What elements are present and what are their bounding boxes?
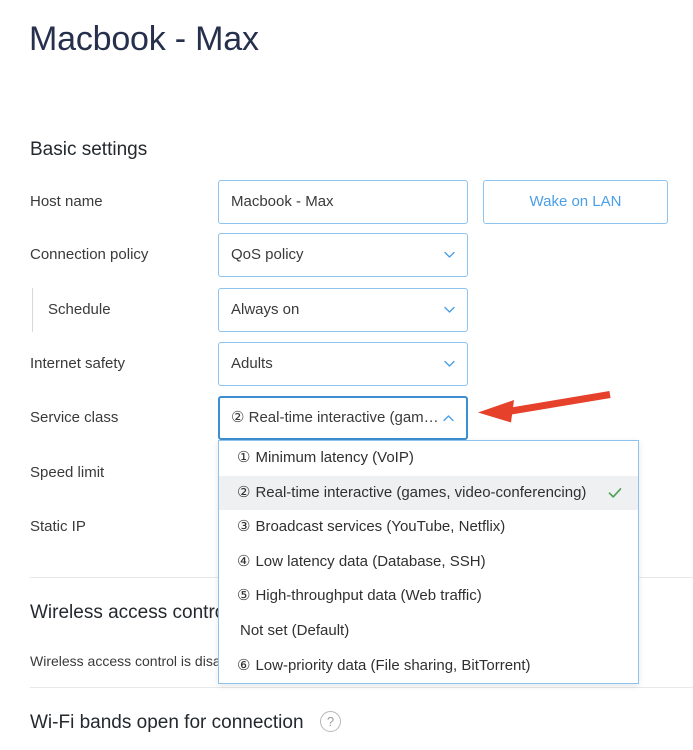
service-class-dropdown-menu[interactable]: ① Minimum latency (VoIP) ② Real-time intera… (218, 440, 639, 685)
internet-safety-value: Adults (231, 355, 273, 372)
chevron-down-icon (444, 360, 455, 368)
dropdown-option[interactable]: ① Minimum latency (VoIP) (219, 441, 638, 476)
label-static-ip: Static IP (30, 518, 86, 535)
form-row-service-class: Service class ② Real-time interactive (g… (0, 396, 693, 440)
form-row-internet-safety: Internet safety Adults (0, 342, 693, 386)
dropdown-option-label: Low latency data (Database, SSH) (255, 552, 486, 570)
wireless-access-control-description: Wireless access control is disabled (30, 653, 248, 669)
dropdown-option-label: Broadcast services (YouTube, Netflix) (255, 518, 506, 536)
internet-safety-select[interactable]: Adults (218, 342, 468, 386)
service-class-value-number: ② (231, 409, 245, 426)
form-row-host-name: Host name Macbook - Max Wake on LAN (0, 180, 693, 224)
connection-policy-select[interactable]: QoS policy (218, 233, 468, 277)
dropdown-option-label: Minimum latency (VoIP) (255, 449, 414, 466)
schedule-select[interactable]: Always on (218, 288, 468, 332)
label-speed-limit: Speed limit (30, 464, 105, 481)
connection-policy-value: QoS policy (231, 246, 304, 263)
check-icon (608, 487, 622, 499)
dropdown-option-number: ⑥ (237, 656, 251, 674)
wake-on-lan-button[interactable]: Wake on LAN (483, 180, 668, 224)
chevron-down-icon (444, 306, 455, 314)
dropdown-option[interactable]: Not set (Default) (219, 614, 638, 649)
dropdown-option-label: Real-time interactive (games, video-conf… (255, 483, 587, 501)
dropdown-option-number: ① (237, 449, 251, 466)
page-title: Macbook - Max (29, 20, 259, 58)
dropdown-option-number: ③ (237, 518, 251, 536)
dropdown-option-number: ⑤ (237, 587, 251, 605)
label-service-class: Service class (30, 409, 119, 426)
indent-bar (32, 288, 33, 332)
label-connection-policy: Connection policy (30, 246, 149, 263)
help-icon[interactable]: ? (320, 711, 341, 732)
form-row-schedule: Schedule Always on (0, 288, 693, 332)
chevron-up-icon (443, 414, 454, 422)
section-heading-basic-settings: Basic settings (30, 139, 148, 160)
service-class-value-text: Real-time interactive (gam… (248, 409, 439, 426)
section-divider (30, 687, 693, 688)
label-schedule: Schedule (48, 301, 111, 318)
section-heading-wifi-bands: Wi-Fi bands open for connection (30, 712, 304, 733)
service-class-select[interactable]: ② Real-time interactive (gam… (218, 396, 468, 440)
label-host-name: Host name (30, 193, 103, 210)
dropdown-option[interactable]: ③ Broadcast services (YouTube, Netflix) (219, 510, 638, 545)
label-internet-safety: Internet safety (30, 355, 126, 372)
dropdown-option[interactable]: ④ Low latency data (Database, SSH) (219, 545, 638, 580)
dropdown-option-number: ② (237, 483, 251, 501)
dropdown-option[interactable]: ⑤ High-throughput data (Web traffic) (219, 579, 638, 614)
dropdown-option-label: Low-priority data (File sharing, BitTorr… (255, 656, 531, 674)
dropdown-option-label: High-throughput data (Web traffic) (255, 587, 482, 605)
host-name-input[interactable]: Macbook - Max (218, 180, 468, 224)
dropdown-option[interactable]: ⑥ Low-priority data (File sharing, BitTor… (219, 649, 638, 684)
dropdown-option-number: ④ (237, 552, 251, 570)
schedule-value: Always on (231, 301, 300, 318)
dropdown-option[interactable]: ② Real-time interactive (games, video-con… (219, 475, 638, 511)
form-row-connection-policy: Connection policy QoS policy (0, 233, 693, 277)
section-heading-wireless-access-control: Wireless access control (30, 602, 230, 623)
chevron-down-icon (444, 251, 455, 259)
dropdown-option-label: Not set (Default) (240, 621, 350, 639)
